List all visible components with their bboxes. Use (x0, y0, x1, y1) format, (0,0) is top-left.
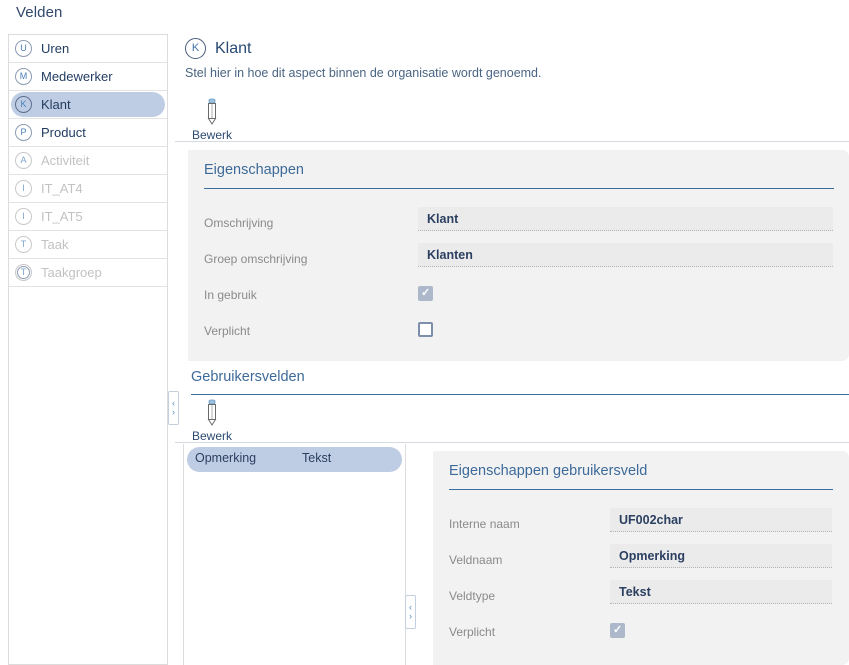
userfields-list: Opmerking Tekst (183, 444, 406, 665)
field-label: Interne naam (449, 517, 520, 531)
sidebar-item-label: Uren (41, 41, 69, 56)
sidebar-item-it-at5[interactable]: I IT_AT5 (9, 203, 167, 231)
sidebar-title: Velden (16, 4, 62, 21)
field-label: Verplicht (449, 625, 495, 639)
edit-button[interactable]: Bewerk (185, 97, 239, 142)
page-header: K Klant Stel hier in hoe dit aspect binn… (185, 38, 845, 80)
sidebar-list: U Uren M Medewerker K Klant P Product A Activitei… (8, 34, 168, 665)
sidebar-item-label: Medewerker (41, 69, 113, 84)
selection-pill (11, 176, 165, 201)
sidebar: Velden U Uren M Medewerker K Klant P Product A Ac… (0, 0, 175, 665)
circled-letter-k-icon: K (185, 38, 206, 59)
field-value-groep-omschrijving[interactable]: Klanten (418, 243, 833, 267)
field-value-interne-naam[interactable]: UF002char (610, 508, 832, 532)
edit-button-label: Bewerk (185, 128, 239, 142)
userfields-title: Gebruikersvelden (191, 369, 305, 385)
userfields-edit-button[interactable]: Bewerk (185, 398, 239, 443)
sidebar-item-medewerker[interactable]: M Medewerker (9, 63, 167, 91)
selection-pill (11, 92, 165, 117)
sidebar-item-label: Taak (41, 237, 68, 252)
circled-letter-p-icon: P (15, 124, 32, 141)
sidebar-item-label: Activiteit (41, 153, 89, 168)
pencil-icon (185, 398, 239, 428)
sidebar-item-label: IT_AT5 (41, 209, 83, 224)
sidebar-item-it-at4[interactable]: I IT_AT4 (9, 175, 167, 203)
list-item[interactable]: Opmerking Tekst (187, 447, 402, 472)
selection-pill (11, 120, 165, 145)
circled-letter-u-icon: U (15, 40, 32, 57)
circled-letter-k-icon: K (15, 96, 32, 113)
sidebar-item-label: Product (41, 125, 86, 140)
sidebar-item-klant[interactable]: K Klant (9, 91, 167, 119)
field-value-omschrijving[interactable]: Klant (418, 207, 833, 231)
userfields-toolbar-separator (175, 442, 849, 443)
selection-pill (11, 36, 165, 61)
userfield-panel-title: Eigenschappen gebruikersveld (449, 463, 647, 479)
userfields-rule (191, 394, 849, 395)
field-label: Verplicht (204, 324, 250, 338)
left-splitter[interactable]: ‹ › (168, 391, 179, 425)
circled-letter-m-icon: M (15, 68, 32, 85)
chevron-right-icon: › (409, 612, 412, 621)
field-label: In gebruik (204, 288, 257, 302)
circled-letter-t-icon: T (15, 236, 32, 253)
page-title: Klant (215, 40, 251, 58)
pencil-icon (185, 97, 239, 127)
field-label: Groep omschrijving (204, 252, 307, 266)
field-label: Veldnaam (449, 553, 502, 567)
sidebar-item-taakgroep[interactable]: T Taakgroep (9, 259, 167, 287)
sidebar-item-uren[interactable]: U Uren (9, 35, 167, 63)
circled-letter-i-icon: I (15, 180, 32, 197)
userfield-properties-panel: Eigenschappen gebruikersveld Interne naa… (433, 451, 849, 665)
userfield-name: Opmerking (195, 451, 256, 465)
inner-splitter[interactable]: ‹ › (405, 595, 416, 629)
selection-pill (11, 232, 165, 257)
sidebar-item-product[interactable]: P Product (9, 119, 167, 147)
properties-panel-rule (204, 188, 834, 189)
chevron-right-icon: › (172, 408, 175, 417)
checkbox-verplicht[interactable] (418, 322, 433, 337)
properties-panel-title: Eigenschappen (204, 162, 304, 178)
userfield-type: Tekst (302, 451, 331, 465)
selection-pill (11, 204, 165, 229)
sidebar-item-label: Klant (41, 97, 71, 112)
circled-letter-a-icon: A (15, 152, 32, 169)
field-label: Veldtype (449, 589, 495, 603)
userfields-edit-button-label: Bewerk (185, 429, 239, 443)
checkbox-in-gebruik[interactable] (418, 286, 433, 301)
circled-letter-t-double-icon: T (15, 264, 32, 281)
circled-letter-i-icon: I (15, 208, 32, 225)
field-value-veldtype[interactable]: Tekst (610, 580, 832, 604)
main-content: K Klant Stel hier in hoe dit aspect binn… (175, 0, 849, 665)
app-window: Velden U Uren M Medewerker K Klant P Product A Ac… (0, 0, 849, 665)
checkbox-verplicht[interactable] (610, 623, 625, 638)
userfield-panel-rule (449, 489, 833, 490)
field-label: Omschrijving (204, 216, 273, 230)
sidebar-item-activiteit[interactable]: A Activiteit (9, 147, 167, 175)
page-subtitle: Stel hier in hoe dit aspect binnen de or… (185, 66, 845, 80)
sidebar-item-taak[interactable]: T Taak (9, 231, 167, 259)
sidebar-item-label: IT_AT4 (41, 181, 83, 196)
field-value-veldnaam[interactable]: Opmerking (610, 544, 832, 568)
sidebar-item-label: Taakgroep (41, 265, 102, 280)
toolbar-separator (175, 141, 849, 142)
properties-panel: Eigenschappen Omschrijving Klant Groep oms… (188, 150, 849, 361)
